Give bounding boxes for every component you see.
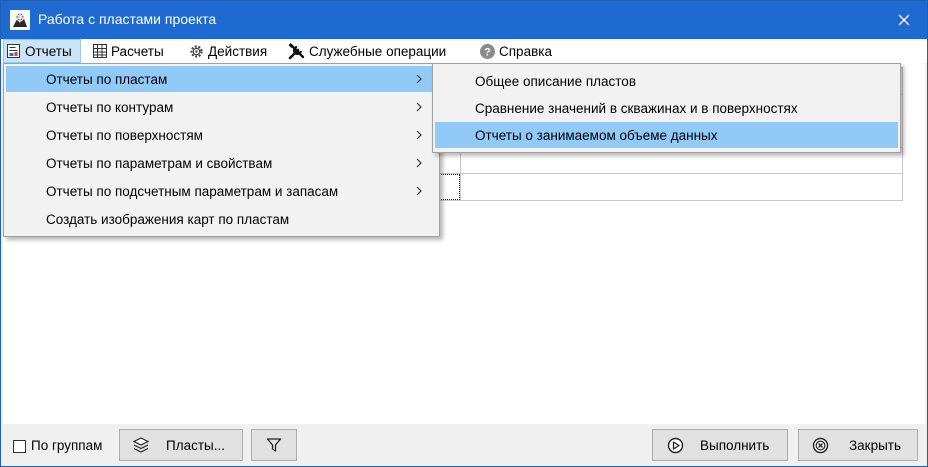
menu-help[interactable]: ? Справка <box>479 39 552 63</box>
menu-item-label: Отчеты по контурам <box>46 99 174 115</box>
chevron-right-icon <box>416 186 422 196</box>
close-window-button[interactable] <box>881 1 927 39</box>
submenu-item-data-volume-reports[interactable]: Отчеты о занимаемом объеме данных <box>435 122 898 148</box>
gear-icon <box>190 44 203 58</box>
tools-icon <box>288 42 305 59</box>
menu-item-label: Создать изображения карт по пластам <box>46 211 290 227</box>
menu-item-label: Отчеты о занимаемом объеме данных <box>475 127 718 143</box>
chevron-right-icon <box>416 74 422 84</box>
submenu-item-wells-surfaces-comparison[interactable]: Сравнение значений в скважинах и в повер… <box>435 95 898 121</box>
grid-right-border <box>902 95 903 201</box>
filter-button[interactable] <box>251 429 297 461</box>
submenu-item-general-description[interactable]: Общее описание пластов <box>435 68 898 94</box>
menu-actions[interactable]: Действия <box>188 39 267 63</box>
main-window: Работа с пластами проекта Отчеты Расчеты… <box>0 0 928 467</box>
layers-icon <box>132 437 150 453</box>
table-icon <box>93 44 107 58</box>
menu-item-parameters-reports[interactable]: Отчеты по параметрам и свойствам <box>6 150 437 176</box>
run-button-label: Выполнить <box>700 437 770 453</box>
bottom-toolbar: По группам Пласты... Выполнить Закрыть <box>1 424 927 466</box>
menu-item-label: Отчеты по параметрам и свойствам <box>46 155 273 171</box>
menu-item-label: Сравнение значений в скважинах и в повер… <box>475 100 798 116</box>
report-icon <box>7 44 20 58</box>
title-bar[interactable]: Работа с пластами проекта <box>1 1 927 39</box>
layers-button[interactable]: Пласты... <box>119 429 243 461</box>
menu-calculations-label: Расчеты <box>111 43 164 59</box>
help-icon: ? <box>480 43 495 59</box>
menu-service-operations-label: Служебные операции <box>309 43 447 59</box>
menu-item-reserves-reports[interactable]: Отчеты по подсчетным параметрам и запаса… <box>6 178 437 204</box>
cancel-icon <box>812 437 829 454</box>
layers-reports-submenu: Общее описание пластов Сравнение значени… <box>432 63 901 153</box>
close-button-label: Закрыть <box>849 437 901 453</box>
layers-button-label: Пласты... <box>166 437 225 453</box>
by-groups-label: По группам <box>31 438 103 453</box>
reports-menu: Отчеты по пластам Отчеты по контурам Отч… <box>3 63 440 237</box>
menu-item-surfaces-reports[interactable]: Отчеты по поверхностям <box>6 122 437 148</box>
menu-reports[interactable]: Отчеты <box>3 39 81 63</box>
close-button[interactable]: Закрыть <box>798 429 918 461</box>
menu-item-label: Отчеты по поверхностям <box>46 127 203 143</box>
menu-item-contours-reports[interactable]: Отчеты по контурам <box>6 94 437 120</box>
app-icon <box>10 10 30 30</box>
menu-item-label: Отчеты по пластам <box>46 71 168 87</box>
menu-actions-label: Действия <box>208 43 268 59</box>
by-groups-checkbox[interactable] <box>13 440 26 453</box>
menu-reports-label: Отчеты <box>25 43 72 59</box>
play-icon <box>667 437 684 454</box>
menu-help-label: Справка <box>499 43 552 59</box>
svg-text:?: ? <box>484 46 491 58</box>
menu-calculations[interactable]: Расчеты <box>92 39 164 63</box>
close-icon <box>898 14 910 26</box>
window-title: Работа с пластами проекта <box>38 11 217 27</box>
filter-icon <box>266 438 282 452</box>
menu-item-layers-reports[interactable]: Отчеты по пластам <box>6 66 437 92</box>
menu-item-label: Отчеты по подсчетным параметрам и запаса… <box>46 183 339 199</box>
chevron-right-icon <box>416 158 422 168</box>
menu-service-operations[interactable]: Служебные операции <box>288 39 446 63</box>
menu-item-create-map-images[interactable]: Создать изображения карт по пластам <box>6 206 437 232</box>
run-button[interactable]: Выполнить <box>652 429 788 461</box>
menu-item-label: Общее описание пластов <box>475 73 636 89</box>
chevron-right-icon <box>416 130 422 140</box>
chevron-right-icon <box>416 102 422 112</box>
menu-bar: Отчеты Расчеты Действия Служебные операц… <box>1 39 927 63</box>
